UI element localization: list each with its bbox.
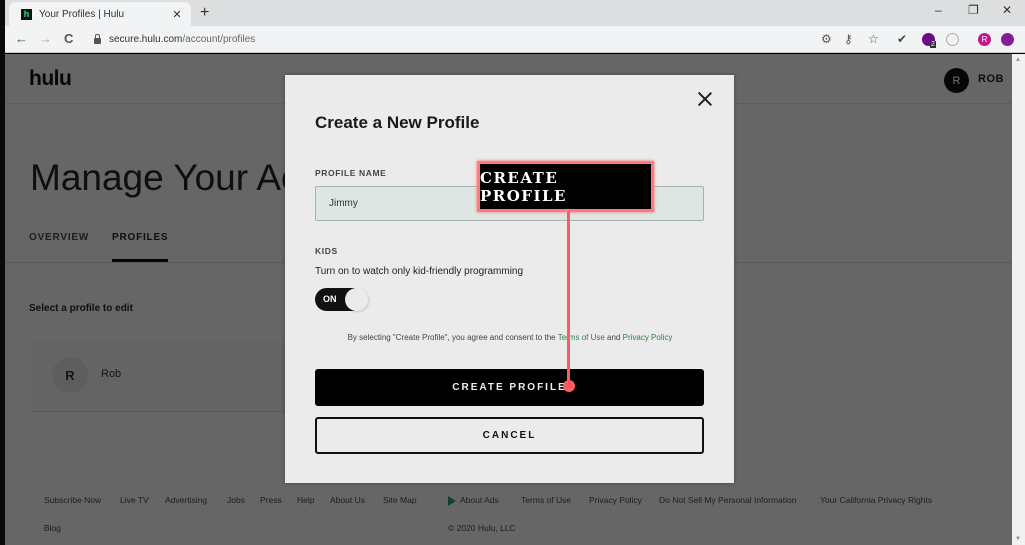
annotation-callout: CREATE PROFILE xyxy=(477,161,654,212)
cookie-icon[interactable]: ⚙ xyxy=(821,32,832,46)
profile-name-label: PROFILE NAME xyxy=(315,168,387,178)
key-icon[interactable]: ⚷ xyxy=(844,32,853,46)
new-tab-button[interactable]: + xyxy=(200,4,209,22)
page-scrollbar[interactable]: ▲ ▼ xyxy=(1012,54,1025,545)
browser-toolbar: ← → C secure.hulu.com/account/profiles ⚙… xyxy=(0,26,1025,53)
forward-button[interactable]: → xyxy=(39,31,52,46)
terms-of-use-link[interactable]: Terms of Use xyxy=(558,333,605,342)
kids-label: KIDS xyxy=(315,246,338,256)
compass-icon[interactable] xyxy=(946,33,959,46)
profile-avatar-icon[interactable]: R xyxy=(978,33,991,46)
url-host: secure.hulu.com xyxy=(109,34,183,45)
annotation-label: CREATE PROFILE xyxy=(480,168,567,205)
annotation-pointer-dot xyxy=(563,380,575,392)
address-bar[interactable]: secure.hulu.com/account/profiles xyxy=(88,30,808,49)
reload-button[interactable]: C xyxy=(64,31,73,46)
minimize-button[interactable]: – xyxy=(935,3,942,17)
cancel-button[interactable]: CANCEL xyxy=(315,417,704,454)
kids-toggle[interactable]: ON xyxy=(315,288,370,311)
privacy-policy-link[interactable]: Privacy Policy xyxy=(623,333,673,342)
kids-toggle-label: ON xyxy=(323,294,337,304)
extension-badge-count: 2 xyxy=(930,41,936,48)
scroll-up-icon[interactable]: ▲ xyxy=(1015,57,1021,63)
scroll-down-icon[interactable]: ▼ xyxy=(1015,536,1021,542)
close-icon[interactable] xyxy=(697,91,713,107)
create-profile-modal: Create a New Profile PROFILE NAME KIDS T… xyxy=(285,75,734,483)
kids-toggle-knob xyxy=(345,288,368,311)
url-path: /account/profiles xyxy=(182,34,256,45)
screen: h Your Profiles | Hulu ✕ + – ❐ ✕ ← → C s… xyxy=(0,0,1025,545)
tab-title: Your Profiles | Hulu xyxy=(39,8,125,20)
maximize-button[interactable]: ❐ xyxy=(968,3,979,17)
browser-tabstrip: h Your Profiles | Hulu ✕ + – ❐ ✕ xyxy=(0,0,1025,26)
consent-prefix: By selecting "Create Profile", you agree… xyxy=(347,333,558,342)
back-button[interactable]: ← xyxy=(15,31,28,46)
annotation-pointer-line xyxy=(567,212,570,385)
url-text: secure.hulu.com/account/profiles xyxy=(109,34,255,45)
hulu-favicon-icon: h xyxy=(21,8,32,20)
star-icon[interactable]: ☆ xyxy=(868,32,879,46)
browser-tab[interactable]: h Your Profiles | Hulu ✕ xyxy=(9,2,191,26)
modal-title: Create a New Profile xyxy=(315,113,480,132)
close-window-button[interactable]: ✕ xyxy=(1002,3,1012,17)
consent-text: By selecting "Create Profile", you agree… xyxy=(345,331,675,345)
kids-description: Turn on to watch only kid-friendly progr… xyxy=(315,266,524,277)
create-profile-button[interactable]: CREATE PROFILE xyxy=(315,369,704,406)
extension-purple-icon[interactable] xyxy=(1001,33,1014,46)
extension-bird-icon[interactable]: ✔ xyxy=(897,32,907,46)
screen-edge xyxy=(0,0,5,545)
consent-and: and xyxy=(604,333,623,342)
lock-icon xyxy=(94,33,101,44)
tab-close-icon[interactable]: ✕ xyxy=(171,8,183,21)
